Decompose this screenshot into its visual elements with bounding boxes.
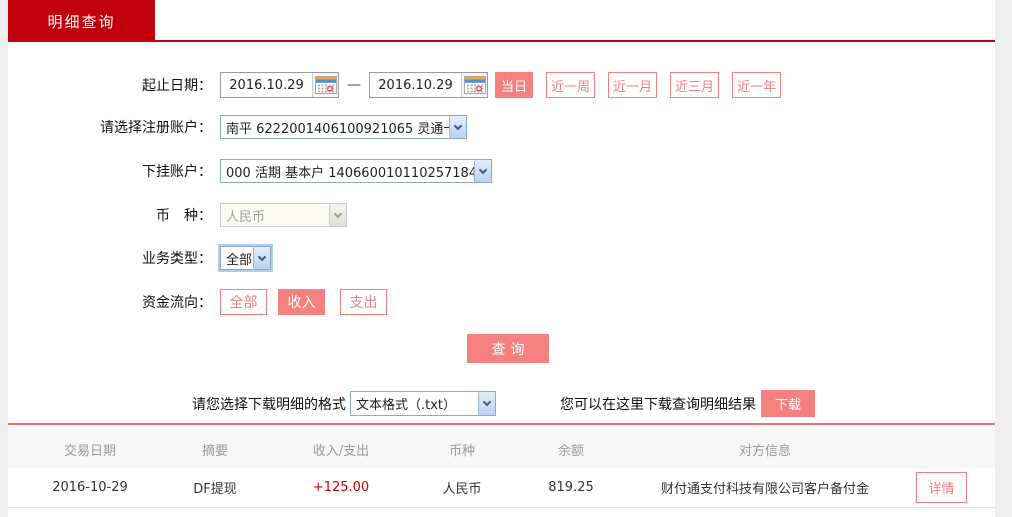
fund-flow-row: 资金流向： 全部 收入 支出 xyxy=(8,289,995,315)
table-top-divider xyxy=(8,423,995,425)
tab-bar: 明细查询 xyxy=(8,0,995,42)
calendar-icon[interactable] xyxy=(461,73,487,97)
flow-expense-button[interactable]: 支出 xyxy=(340,289,387,315)
download-format-value: 文本格式（.txt） xyxy=(356,398,457,413)
register-account-select[interactable]: 南平 6222001406100921065 灵通卡 xyxy=(220,115,467,139)
header-balance: 余额 xyxy=(557,443,584,459)
header-currency: 币种 xyxy=(448,443,475,459)
end-date-value: 2016.10.29 xyxy=(378,77,453,93)
date-separator: — xyxy=(347,77,361,93)
cell-amount: +125.00 xyxy=(312,480,370,495)
business-type-label: 业务类型： xyxy=(142,251,212,267)
download-format-select[interactable]: 文本格式（.txt） xyxy=(350,391,496,416)
last-year-button[interactable]: 近一年 xyxy=(732,72,782,98)
detail-button[interactable]: 详情 xyxy=(916,472,967,503)
query-button[interactable]: 查询 xyxy=(467,334,549,363)
sub-account-row: 下挂账户： 000 活期 基本户 1406600101102571848 xyxy=(8,159,995,183)
main-panel: 明细查询 起止日期： 2016.10.29 — 2016.10.29 当日 近一… xyxy=(8,0,995,517)
start-date-value: 2016.10.29 xyxy=(229,77,304,93)
cell-balance: 819.25 xyxy=(548,480,594,495)
header-counterparty: 对方信息 xyxy=(738,443,791,459)
business-type-row: 业务类型： 全部 xyxy=(8,246,995,270)
last-three-months-button[interactable]: 近三月 xyxy=(670,72,720,98)
register-account-row: 请选择注册账户： 南平 6222001406100921065 灵通卡 xyxy=(8,115,995,139)
chevron-down-icon xyxy=(253,247,270,269)
download-row: 请您选择下载明细的格式 文本格式（.txt） 您可以在这里下载查询明细结果 下载 xyxy=(8,390,995,417)
table-row: 2016-10-29 DF提现 +125.00 人民币 819.25 财付通支付… xyxy=(8,468,995,508)
chevron-down-icon xyxy=(449,116,466,138)
register-account-value: 南平 6222001406100921065 灵通卡 xyxy=(226,121,449,137)
business-type-value: 全部 xyxy=(226,252,253,268)
download-hint: 您可以在这里下载查询明细结果 xyxy=(560,396,756,413)
currency-row: 币 种： 人民币 xyxy=(8,203,995,227)
sub-account-value: 000 活期 基本户 1406600101102571848 xyxy=(226,165,474,181)
date-range-row: 起止日期： 2016.10.29 — 2016.10.29 当日 近一周 近一月… xyxy=(8,72,995,98)
currency-label: 币 种： xyxy=(156,208,212,224)
tab-detail-query[interactable]: 明细查询 xyxy=(8,0,155,42)
sub-account-label: 下挂账户： xyxy=(142,164,212,180)
register-account-label: 请选择注册账户： xyxy=(100,120,212,136)
chevron-down-icon xyxy=(474,160,491,182)
flow-all-button[interactable]: 全部 xyxy=(220,289,267,315)
today-button[interactable]: 当日 xyxy=(495,72,534,98)
header-date: 交易日期 xyxy=(63,443,116,459)
header-in-out: 收入/支出 xyxy=(312,443,370,459)
calendar-icon[interactable] xyxy=(312,73,338,97)
download-format-label: 请您选择下载明细的格式 xyxy=(192,396,346,413)
cell-counterparty: 财付通支付科技有限公司客户备付金 xyxy=(660,482,869,497)
date-range-label: 起止日期： xyxy=(142,78,212,94)
currency-value: 人民币 xyxy=(226,209,266,225)
flow-income-button[interactable]: 收入 xyxy=(278,289,325,315)
fund-flow-label: 资金流向： xyxy=(142,295,212,311)
table-header-row: 交易日期 摘要 收入/支出 币种 余额 对方信息 xyxy=(8,430,995,468)
currency-select: 人民币 xyxy=(220,203,347,227)
chevron-down-icon xyxy=(329,204,346,226)
cell-currency: 人民币 xyxy=(442,482,482,497)
last-week-button[interactable]: 近一周 xyxy=(546,72,596,98)
header-summary: 摘要 xyxy=(201,443,228,459)
sub-account-select[interactable]: 000 活期 基本户 1406600101102571848 xyxy=(220,159,492,183)
business-type-select[interactable]: 全部 xyxy=(220,246,271,270)
start-date-input[interactable]: 2016.10.29 xyxy=(220,72,339,98)
chevron-down-icon xyxy=(478,392,495,415)
cell-date: 2016-10-29 xyxy=(52,480,128,495)
cell-summary: DF提现 xyxy=(193,482,237,497)
last-month-button[interactable]: 近一月 xyxy=(608,72,658,98)
end-date-input[interactable]: 2016.10.29 xyxy=(369,72,488,98)
download-button[interactable]: 下载 xyxy=(761,390,815,417)
